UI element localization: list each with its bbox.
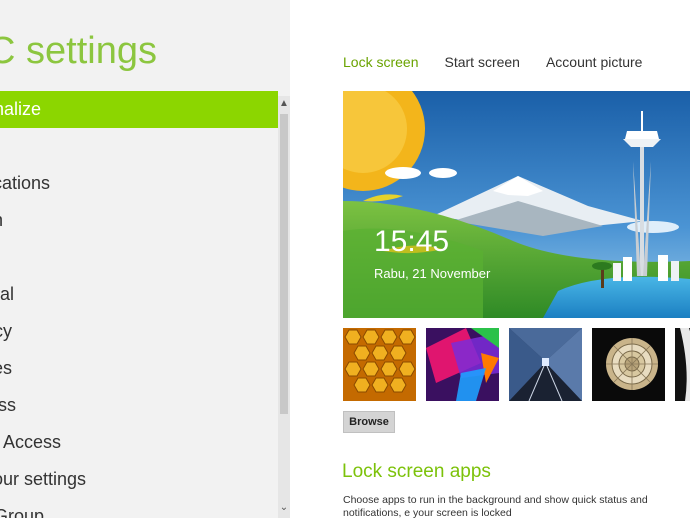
menu-item-share[interactable]: e <box>0 239 278 276</box>
lock-screen-apps-heading: Lock screen apps <box>342 461 491 482</box>
lock-screen-time: 15:45 <box>374 225 450 258</box>
menu-scrollbar[interactable]: ▲ ⌄ <box>278 96 290 518</box>
menu-item-homegroup[interactable]: eGroup <box>0 498 278 518</box>
thumbnail-colorful-shapes[interactable] <box>426 328 499 401</box>
thumbnail-train-tunnel[interactable] <box>509 328 582 401</box>
thumbnail-abstract[interactable] <box>675 328 690 401</box>
menu-item-personalize[interactable]: onalize <box>0 91 278 128</box>
scroll-thumb[interactable] <box>280 114 288 414</box>
menu-label: onalize <box>0 99 42 119</box>
tab-account-picture[interactable]: Account picture <box>546 54 643 70</box>
menu-item-privacy[interactable]: acy <box>0 313 278 350</box>
scroll-up-arrow-icon[interactable]: ▲ <box>278 96 290 112</box>
menu-item-wireless[interactable]: less <box>0 387 278 424</box>
menu-item-notifications[interactable]: fications <box>0 165 278 202</box>
tab-lock-screen[interactable]: Lock screen <box>343 54 418 70</box>
lock-screen-date: Rabu, 21 November <box>374 266 491 281</box>
menu-item-general[interactable]: eral <box>0 276 278 313</box>
lock-screen-preview: 15:45 Rabu, 21 November <box>343 91 690 318</box>
menu-item-sync-settings[interactable]: your settings <box>0 461 278 498</box>
pc-settings-title: C settings <box>0 30 157 72</box>
settings-menu: onalize s fications ch e eral acy ces le… <box>0 91 278 518</box>
scroll-down-arrow-icon[interactable]: ⌄ <box>278 500 290 516</box>
menu-item-devices[interactable]: ces <box>0 350 278 387</box>
personalize-tabs: Lock screen Start screen Account picture <box>343 54 642 70</box>
settings-left-pane: C settings onalize s fications ch e eral… <box>0 0 290 518</box>
menu-item-search[interactable]: ch <box>0 202 278 239</box>
lock-screen-background-image <box>343 91 690 318</box>
thumbnail-honeycomb[interactable] <box>343 328 416 401</box>
menu-item-ease-of-access[interactable]: of Access <box>0 424 278 461</box>
thumbnail-nautilus-shell[interactable] <box>592 328 665 401</box>
browse-button[interactable]: Browse <box>343 411 395 433</box>
lock-screen-apps-description: Choose apps to run in the background and… <box>343 494 648 518</box>
lock-screen-thumbnails <box>343 328 690 402</box>
tab-start-screen[interactable]: Start screen <box>444 54 519 70</box>
menu-item-users[interactable]: s <box>0 128 278 165</box>
